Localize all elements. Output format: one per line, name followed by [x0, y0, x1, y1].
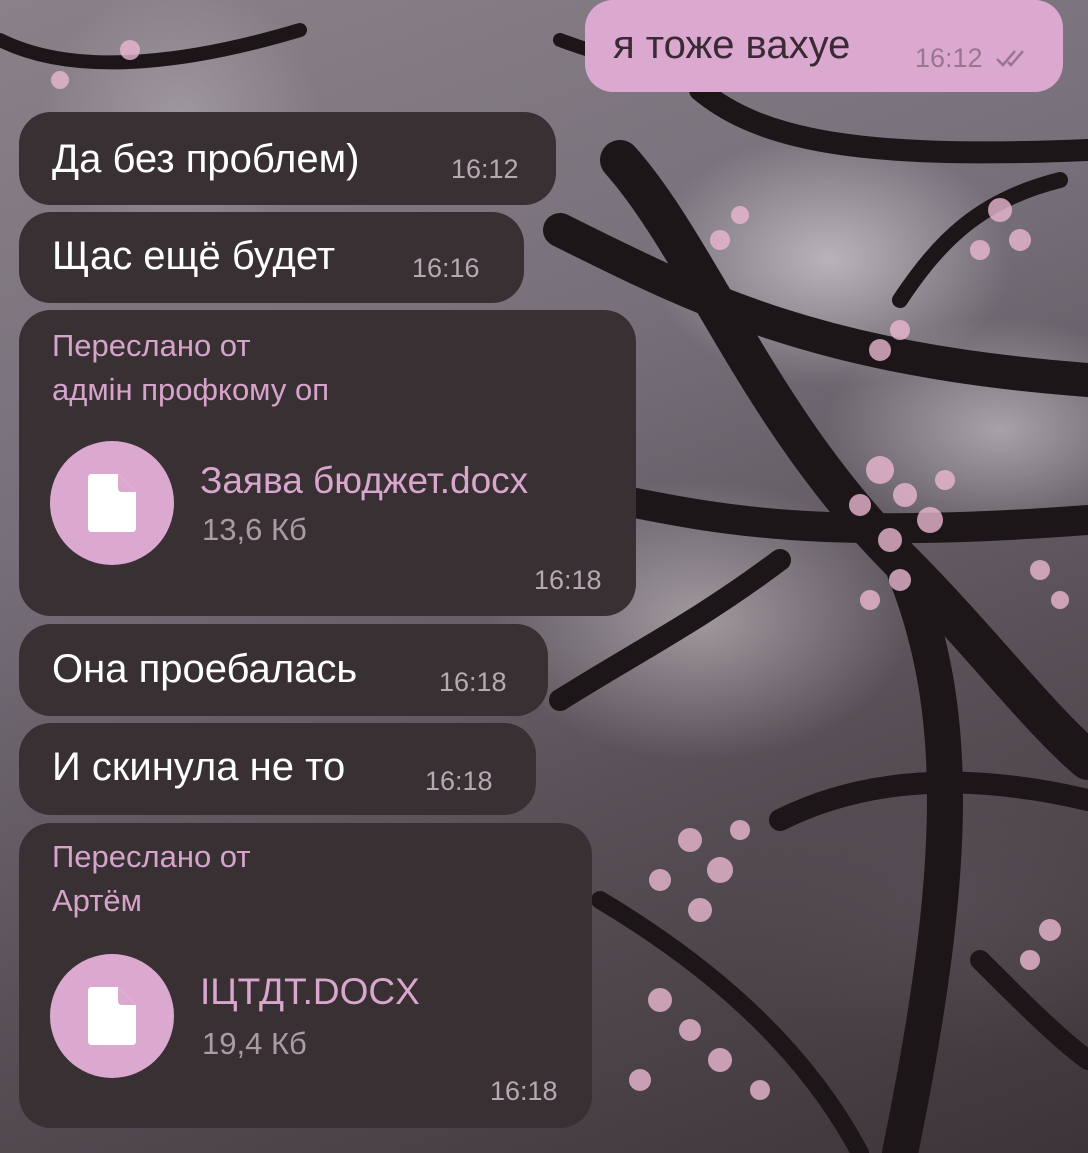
message-time: 16:18	[425, 766, 493, 796]
message-text: Она проебалась	[52, 647, 358, 691]
incoming-message-bubble[interactable]: Она проебалась 16:18	[19, 624, 548, 716]
file-download-button[interactable]	[50, 441, 174, 565]
forwarded-file-message-bubble[interactable]: Переслано от Артём ІЦТДТ.DOCX 19,4 Кб 16…	[19, 823, 592, 1128]
message-time: 16:18	[490, 1076, 558, 1106]
message-text: Щас ещё будет	[52, 234, 336, 278]
forwarded-sender-link[interactable]: Артём	[52, 883, 142, 919]
forwarded-sender-link[interactable]: адмін профкому оп	[52, 372, 329, 408]
incoming-message-bubble[interactable]: Щас ещё будет 16:16	[19, 212, 524, 303]
message-time: 16:18	[534, 565, 602, 595]
outgoing-message-bubble[interactable]: я тоже вахуе 16:12	[585, 0, 1063, 92]
document-icon	[88, 987, 136, 1045]
file-name: Заява бюджет.docx	[200, 460, 529, 501]
message-time: 16:16	[412, 253, 480, 283]
file-name: ІЦТДТ.DOCX	[200, 971, 420, 1012]
message-text: я тоже вахуе	[613, 23, 851, 67]
message-text: Да без проблем)	[52, 137, 360, 181]
message-time: 16:18	[439, 667, 507, 697]
forwarded-file-message-bubble[interactable]: Переслано от адмін профкому оп Заява бюд…	[19, 310, 636, 616]
message-time: 16:12	[451, 154, 519, 184]
file-size: 13,6 Кб	[202, 512, 307, 547]
incoming-message-bubble[interactable]: И скинула не то 16:18	[19, 723, 536, 815]
message-text: И скинула не то	[52, 745, 346, 789]
double-check-icon	[996, 50, 1024, 67]
file-download-button[interactable]	[50, 954, 174, 1078]
incoming-message-bubble[interactable]: Да без проблем) 16:12	[19, 112, 556, 205]
document-icon	[88, 474, 136, 532]
forwarded-label: Переслано от	[52, 328, 251, 363]
file-size: 19,4 Кб	[202, 1026, 307, 1061]
message-time: 16:12	[915, 43, 983, 73]
forwarded-label: Переслано от	[52, 839, 251, 874]
